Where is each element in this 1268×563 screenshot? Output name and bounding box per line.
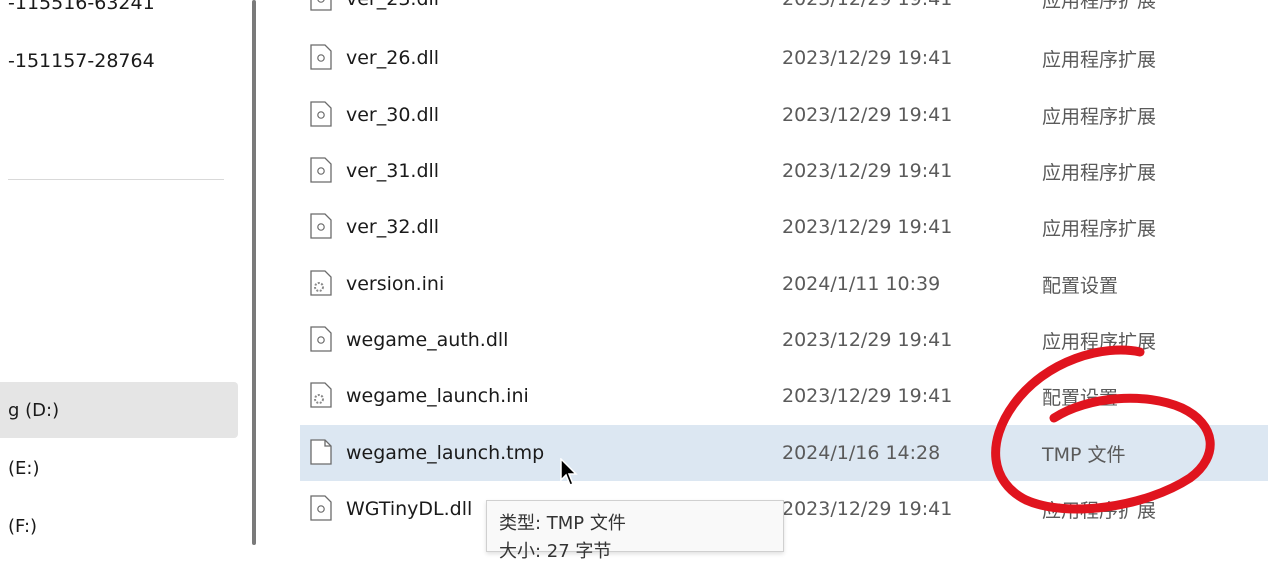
file-row[interactable]: ver_26.dll 2023/12/29 19:41 应用程序扩展: [298, 30, 1268, 86]
pane-splitter[interactable]: [252, 0, 256, 545]
file-type: 应用程序扩展: [1042, 161, 1157, 184]
file-date: 2024/1/11 10:39: [782, 273, 941, 295]
file-type: 应用程序扩展: [1042, 48, 1157, 71]
file-name: wegame_launch.ini: [346, 385, 529, 407]
file-name: version.ini: [346, 273, 445, 295]
file-type: 配置设置: [1042, 274, 1119, 297]
drive-label: (F:): [8, 515, 38, 537]
nav-item-recent-2[interactable]: -151157-28764: [8, 50, 155, 72]
nav-drive-d[interactable]: g (D:): [0, 382, 238, 438]
file-row[interactable]: ver_30.dll 2023/12/29 19:41 应用程序扩展: [298, 87, 1268, 143]
file-type: 应用程序扩展: [1042, 105, 1157, 128]
file-date: 2024/1/16 14:28: [782, 442, 941, 464]
file-date: 2023/12/29 19:41: [782, 47, 953, 69]
tooltip-size: 大小: 27 字节: [499, 541, 612, 562]
red-circle-annotation: [991, 345, 1215, 514]
file-name: ver_30.dll: [346, 104, 440, 126]
file-row[interactable]: version.ini 2024/1/11 10:39 配置设置: [298, 256, 1268, 312]
file-type: 应用程序扩展: [1042, 0, 1157, 12]
file-date: 2023/12/29 19:41: [782, 160, 953, 182]
tooltip-type: 类型: TMP 文件: [499, 513, 626, 534]
navigation-pane: -115516-63241 -151157-28764 g (D:) (E:) …: [0, 0, 248, 545]
file-date: 2023/12/29 19:41: [782, 216, 953, 238]
file-row[interactable]: ver_23.dll 2023/12/29 19:41 应用程序扩展: [298, 0, 1268, 27]
file-name: ver_23.dll: [346, 0, 439, 10]
ini-file-icon: [310, 382, 332, 408]
file-name: wegame_auth.dll: [346, 329, 509, 351]
file-date: 2023/12/29 19:41: [782, 385, 953, 407]
dll-file-icon: [310, 495, 332, 521]
file-type: 应用程序扩展: [1042, 217, 1157, 240]
file-date: 2023/12/29 19:41: [782, 498, 953, 520]
file-name: WGTinyDL.dll: [346, 498, 473, 520]
file-name: wegame_launch.tmp: [346, 442, 545, 464]
mouse-pointer-icon: [560, 458, 578, 486]
drive-label: g (D:): [8, 399, 60, 421]
file-name: ver_32.dll: [346, 216, 440, 238]
file-date: 2023/12/29 19:41: [782, 104, 953, 126]
nav-drive-e[interactable]: (E:): [0, 440, 238, 496]
dll-file-icon: [310, 101, 332, 127]
ini-file-icon: [310, 270, 332, 296]
drive-label: (E:): [8, 457, 40, 479]
dll-file-icon: [310, 326, 332, 352]
file-tooltip: 类型: TMP 文件 大小: 27 字节: [486, 500, 784, 562]
file-name: ver_26.dll: [346, 47, 440, 69]
file-name: ver_31.dll: [346, 160, 440, 182]
blank-file-icon: [310, 439, 332, 465]
dll-file-icon: [310, 44, 332, 70]
file-row[interactable]: ver_31.dll 2023/12/29 19:41 应用程序扩展: [298, 143, 1268, 199]
file-date: 2023/12/29 19:41: [782, 0, 952, 10]
nav-item-recent-1[interactable]: -115516-63241: [8, 0, 155, 14]
file-row[interactable]: ver_32.dll 2023/12/29 19:41 应用程序扩展: [298, 199, 1268, 255]
dll-file-icon: [310, 157, 332, 183]
nav-drive-f[interactable]: (F:): [0, 498, 238, 554]
dll-file-icon: [310, 0, 332, 11]
nav-divider: [8, 179, 224, 180]
dll-file-icon: [310, 213, 332, 239]
file-date: 2023/12/29 19:41: [782, 329, 953, 351]
